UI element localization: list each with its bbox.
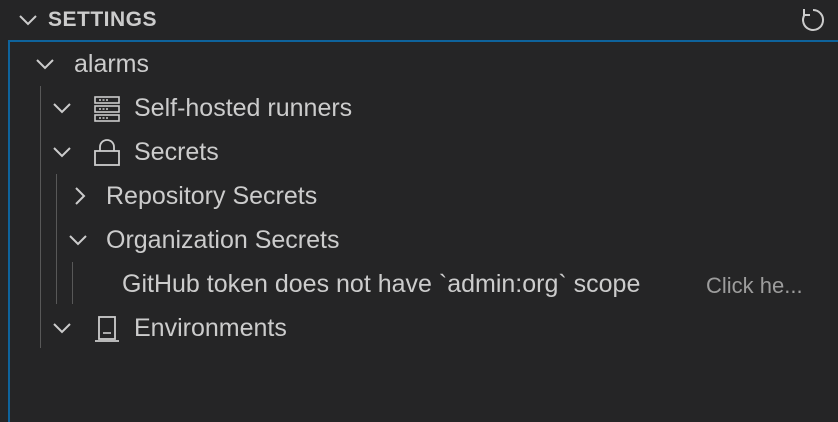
chevron-down-icon[interactable] [52,98,72,118]
tree-item-token-warning[interactable]: GitHub token does not have `admin:org` s… [0,262,838,306]
tree-item-label: Secrets [134,138,219,166]
refresh-icon[interactable] [798,5,828,35]
tree-item-alarms[interactable]: alarms [0,42,838,86]
section-title: SETTINGS [48,8,158,31]
tree-item-label: Self-hosted runners [134,94,353,122]
environment-icon [92,314,122,344]
tree-item-self-hosted-runners[interactable]: Self-hosted runners [0,86,838,130]
tree-item-label: alarms [74,50,150,78]
tree-item-description[interactable]: Click he... [706,273,803,299]
tree-item-secrets[interactable]: Secrets [0,130,838,174]
tree-item-label: GitHub token does not have `admin:org` s… [122,270,641,298]
chevron-down-icon[interactable] [68,230,88,250]
settings-panel: SETTINGS alarms Self-hosted runners Secr… [0,0,838,422]
chevron-down-icon[interactable] [35,54,55,74]
lock-icon [92,138,122,168]
chevron-down-icon[interactable] [17,10,39,30]
tree-item-environments[interactable]: Environments [0,306,838,350]
chevron-down-icon[interactable] [52,142,72,162]
chevron-right-icon[interactable] [70,186,90,206]
tree-item-label: Environments [134,314,287,342]
tree-item-label: Organization Secrets [106,226,340,254]
tree-item-organization-secrets[interactable]: Organization Secrets [0,218,838,262]
chevron-down-icon[interactable] [52,318,72,338]
server-icon [92,94,122,124]
section-header[interactable]: SETTINGS [0,0,838,40]
tree-item-repository-secrets[interactable]: Repository Secrets [0,174,838,218]
tree-item-label: Repository Secrets [106,182,318,210]
